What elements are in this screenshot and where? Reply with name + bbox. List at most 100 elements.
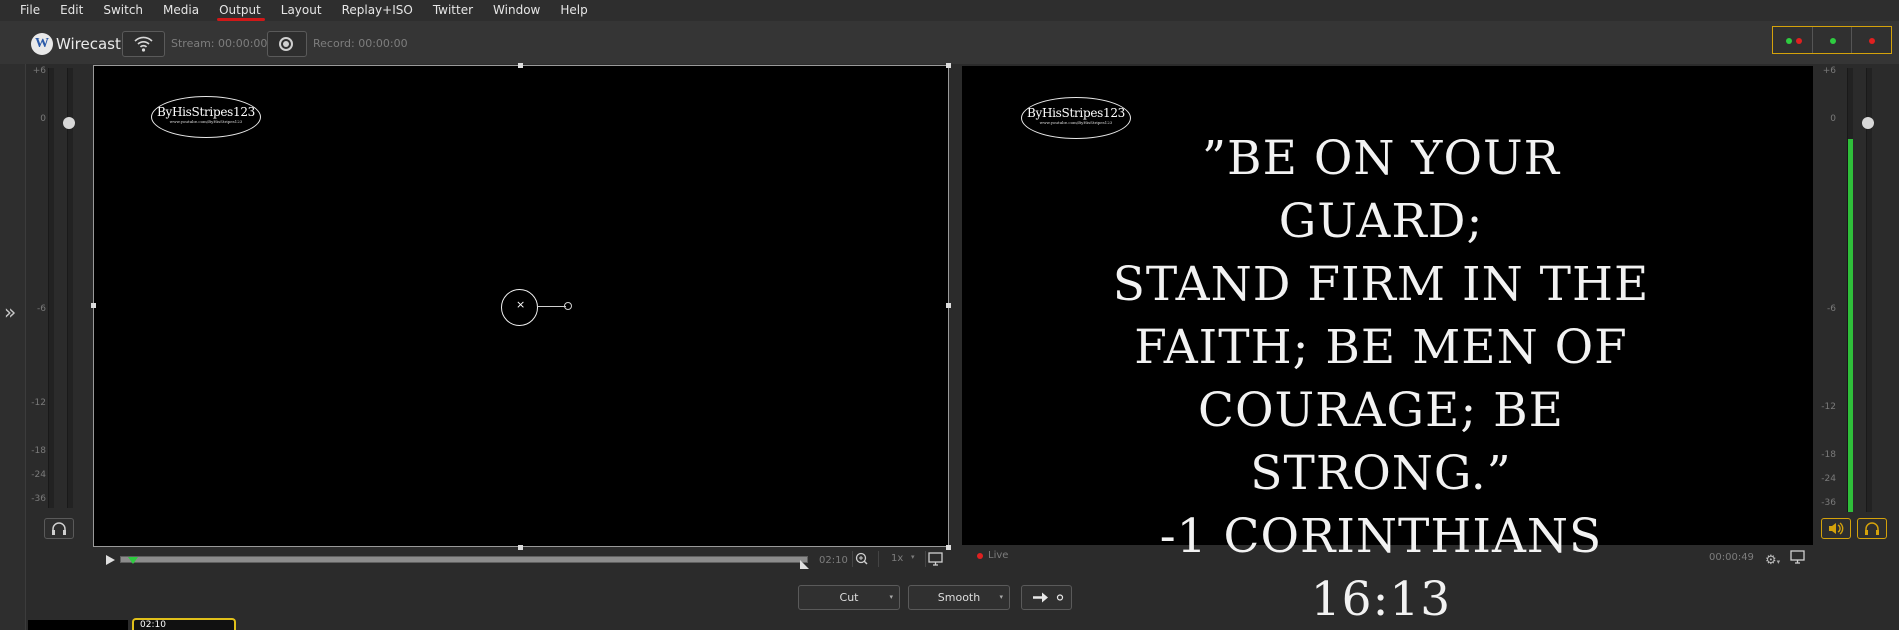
gear-icon: ⚙ (1765, 553, 1777, 568)
meter-scale-label: +6 (32, 66, 46, 76)
verse-line: ”BE ON YOUR GUARD; (1202, 131, 1560, 249)
verse-line: FAITH; BE MEN OF (1134, 320, 1628, 375)
smooth-transition-select[interactable]: Smooth ▾ (908, 585, 1010, 610)
meter-scale-label: -12 (31, 398, 46, 408)
headphones-icon (1865, 522, 1879, 535)
meter-scale-label: -6 (37, 304, 46, 314)
meter-scale-label: +6 (1822, 66, 1836, 76)
meter-scale-label: 0 (1830, 114, 1836, 124)
live-timecode: 00:00:49 (1709, 552, 1754, 563)
menu-switch[interactable]: Switch (103, 0, 143, 21)
play-button[interactable] (103, 552, 117, 566)
volume-slider-knob[interactable] (63, 117, 75, 129)
menu-replay-iso[interactable]: Replay+ISO (342, 0, 413, 21)
menu-media[interactable]: Media (163, 0, 199, 21)
menu-window[interactable]: Window (493, 0, 540, 21)
chevron-down-icon: ▾ (999, 593, 1003, 601)
resize-handle[interactable] (946, 545, 951, 550)
meter-scale-label: -36 (1821, 498, 1836, 508)
speed-select[interactable]: 1x ▾ (878, 551, 918, 567)
anchor-center-icon: × (516, 298, 526, 311)
headphones-icon (52, 522, 66, 535)
chevron-down-icon: ▾ (1776, 558, 1781, 566)
speaker-icon (1829, 522, 1844, 535)
green-status-icon (1829, 38, 1836, 44)
verse-line: STRONG.” (1250, 446, 1512, 501)
clip-duration: 02:10 (819, 555, 848, 566)
app-name: Wirecast (56, 35, 121, 53)
speed-value: 1x (891, 553, 904, 564)
meter-scale-label: -12 (1821, 402, 1836, 412)
scrub-bar[interactable] (120, 556, 808, 563)
record-icon (279, 37, 293, 51)
audio-level-bar (1848, 139, 1853, 512)
watermark-title: ByHisStripes123 (156, 105, 256, 119)
watermark-title: ByHisStripes123 (1026, 106, 1126, 120)
go-button[interactable] (1021, 585, 1072, 610)
cut-transition-select[interactable]: Cut ▾ (798, 585, 900, 610)
live-monitor-button[interactable] (1789, 549, 1809, 565)
in-point-icon (128, 557, 138, 564)
meter-track (48, 68, 54, 508)
verse-line: STAND FIRM IN THE (1112, 257, 1650, 312)
output-status-group[interactable] (1772, 26, 1892, 54)
red-status-icon (1796, 38, 1802, 44)
play-icon (106, 555, 115, 565)
out-point-icon (800, 560, 809, 569)
in-point-marker[interactable] (128, 550, 138, 564)
status-cell-both[interactable] (1773, 27, 1813, 53)
arrow-right-icon (1032, 592, 1063, 603)
live-verse-text: ”BE ON YOUR GUARD; STAND FIRM IN THE FAI… (1096, 127, 1666, 630)
preview-headphones-button[interactable] (44, 518, 74, 539)
live-speaker-button[interactable] (1821, 518, 1851, 539)
broadcast-icon (134, 36, 153, 52)
menu-output[interactable]: Output (217, 0, 265, 21)
monitor-icon (928, 552, 943, 566)
menu-help[interactable]: Help (560, 0, 587, 21)
live-label: Live (988, 550, 1009, 561)
green-status-icon (1786, 38, 1792, 44)
active-shot-thumbnail[interactable]: 02:10 (132, 618, 236, 630)
chevron-down-icon: ▾ (911, 553, 915, 561)
resize-handle[interactable] (946, 63, 951, 68)
live-indicator-icon (977, 553, 983, 559)
menu-twitter[interactable]: Twitter (433, 0, 473, 21)
shot-thumbnail[interactable] (28, 620, 128, 630)
layer-panel-toggle[interactable]: » (0, 64, 26, 630)
cut-label: Cut (839, 591, 859, 604)
volume-slider-knob[interactable] (1862, 117, 1874, 129)
menu-file[interactable]: File (20, 0, 40, 21)
stream-button[interactable] (122, 31, 165, 57)
menu-layout[interactable]: Layout (281, 0, 322, 21)
meter-scale-label: -24 (1821, 474, 1836, 484)
output-settings-button[interactable]: ⚙▾ (1765, 549, 1787, 568)
meter-scale-label: -36 (31, 494, 46, 504)
resize-handle[interactable] (91, 303, 96, 308)
preview-watermark: ByHisStripes123 www.youtube.com/ByHisStr… (151, 96, 261, 138)
volume-slider-track[interactable] (1866, 68, 1872, 512)
verse-reference: -1 CORINTHIANS 16:13 (1159, 509, 1603, 627)
wirecast-logo-icon: W (31, 33, 53, 55)
smooth-label: Smooth (937, 591, 981, 604)
zoom-button[interactable] (852, 551, 872, 567)
resize-handle[interactable] (946, 303, 951, 308)
meter-scale-label: 0 (40, 114, 46, 124)
rotation-handle[interactable] (564, 302, 572, 310)
resize-handle[interactable] (518, 545, 523, 550)
status-cell-red[interactable] (1852, 27, 1892, 53)
resize-handle[interactable] (518, 63, 523, 68)
meter-scale-label: -18 (31, 446, 46, 456)
preview-monitor-button[interactable] (925, 551, 945, 567)
volume-slider-track[interactable] (67, 68, 73, 508)
status-cell-green[interactable] (1812, 27, 1853, 53)
chevron-down-icon: ▾ (889, 593, 893, 601)
live-headphones-button[interactable] (1857, 518, 1887, 539)
verse-line: COURAGE; BE (1198, 383, 1564, 438)
meter-scale-label: -24 (31, 470, 46, 480)
watermark-url: www.youtube.com/ByHisStripes123 (169, 119, 243, 124)
meter-scale-label: -18 (1821, 450, 1836, 460)
menu-edit[interactable]: Edit (60, 0, 83, 21)
record-button[interactable] (267, 31, 307, 57)
out-point-marker[interactable] (800, 555, 810, 569)
live-audio-meter: +6 0 -6 -12 -18 -24 -36 (1816, 64, 1876, 544)
